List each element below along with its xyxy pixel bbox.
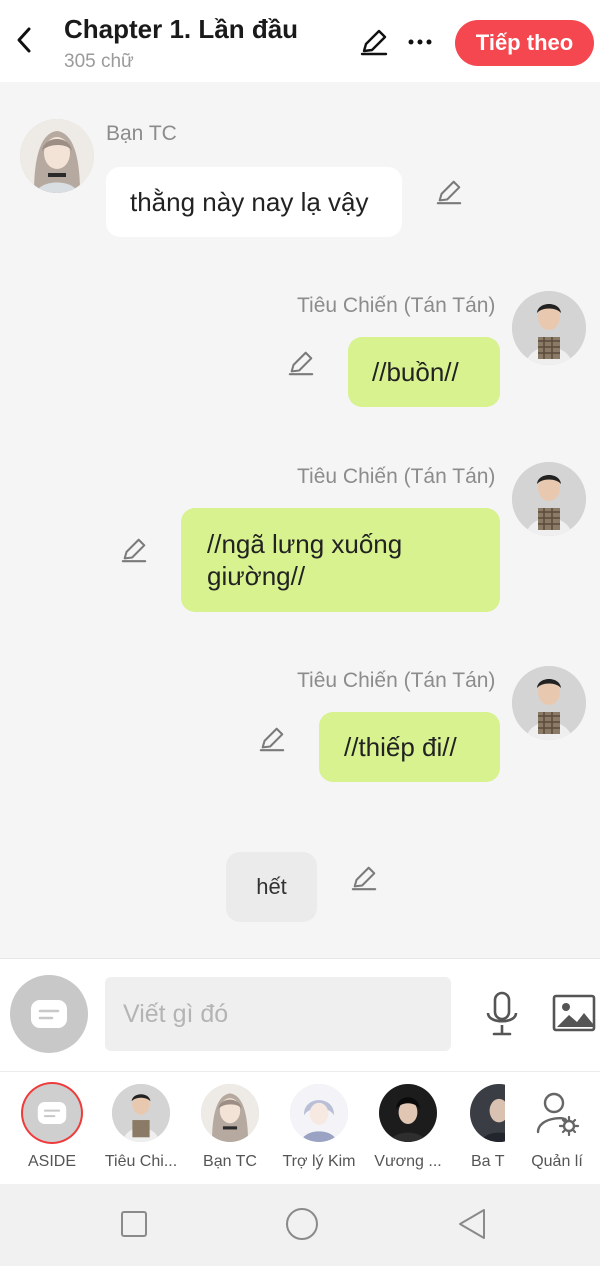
boy-avatar[interactable] <box>512 462 586 536</box>
message-bubble[interactable]: thằng này nay lạ vậy <box>106 167 402 237</box>
aside-icon <box>31 1000 67 1028</box>
manage-characters-button <box>528 1084 586 1142</box>
recents-button[interactable] <box>114 1204 154 1244</box>
boy-avatar[interactable] <box>512 291 586 365</box>
next-chapter-button[interactable]: Tiếp theo <box>455 20 594 66</box>
aside-toggle-button[interactable] <box>10 975 88 1053</box>
character-name: Trợ lý Kim <box>282 1153 356 1170</box>
character-aside[interactable]: ASIDE <box>6 1072 98 1185</box>
pencil-icon <box>351 866 377 891</box>
image-upload-button[interactable] <box>551 992 597 1034</box>
character-name: ASIDE <box>27 1153 76 1170</box>
character-name: Vương ... <box>374 1153 442 1170</box>
message-bubble[interactable]: //ngã lưng xuống giường// <box>181 508 500 612</box>
edit-message-button[interactable] <box>433 176 465 208</box>
composer-bar <box>0 958 600 1071</box>
girl-avatar[interactable] <box>20 119 94 193</box>
speaker-name: Tiêu Chiến (Tán Tán) <box>297 669 496 692</box>
square-icon <box>121 1211 147 1237</box>
aside-icon <box>37 1101 67 1125</box>
triangle-back-icon <box>459 1209 485 1239</box>
image-icon <box>552 994 596 1032</box>
edit-message-button[interactable] <box>348 862 380 894</box>
message-input[interactable] <box>105 977 451 1051</box>
message-line: giường// <box>207 561 306 591</box>
aside-avatar <box>23 1084 81 1142</box>
dark-avatar <box>379 1084 437 1142</box>
message-bubble[interactable]: //buồn// <box>348 337 500 407</box>
word-count: 305 chữ <box>64 51 134 72</box>
boy-avatar[interactable] <box>512 666 586 740</box>
edit-message-button[interactable] <box>285 347 317 379</box>
chevron-left-icon <box>17 27 31 53</box>
pencil-icon <box>288 351 314 376</box>
home-button[interactable] <box>282 1204 322 1244</box>
character-ban-tc[interactable]: Bạn TC <box>184 1072 276 1185</box>
character-tro-ly-kim[interactable]: Trợ lý Kim <box>273 1072 365 1185</box>
back-button[interactable] <box>6 20 42 60</box>
top-bar: Chapter 1. Lần đầu 305 chữ Tiếp theo <box>0 0 600 82</box>
user-settings-icon <box>536 1092 579 1136</box>
character-name: Ba T <box>471 1153 505 1170</box>
partial-avatar <box>470 1084 505 1142</box>
pencil-icon <box>259 727 285 752</box>
speaker-name: Bạn TC <box>106 122 177 145</box>
speaker-name: Tiêu Chiến (Tán Tán) <box>297 465 496 488</box>
character-selector: ASIDE Tiêu Chi... Bạn TC Trợ lý Kim Vươn… <box>0 1071 600 1185</box>
more-dots-icon <box>408 39 432 45</box>
chat-area: Bạn TC thằng này nay lạ vậy Tiêu Chiến (… <box>0 82 600 958</box>
narration-bubble[interactable]: hết <box>226 852 317 922</box>
character-tieu-chien[interactable]: Tiêu Chi... <box>95 1072 187 1185</box>
boy-avatar <box>112 1084 170 1142</box>
microphone-icon <box>486 991 518 1036</box>
edit-title-button[interactable] <box>356 24 392 60</box>
character-vuong[interactable]: Vương ... <box>362 1072 454 1185</box>
speaker-name: Tiêu Chiến (Tán Tán) <box>297 294 496 317</box>
message-line: //ngã lưng xuống <box>207 529 403 559</box>
pencil-icon <box>360 29 388 56</box>
microphone-button[interactable] <box>481 989 523 1039</box>
character-name: Quản lí <box>531 1153 583 1170</box>
pencil-icon <box>436 180 462 205</box>
pencil-icon <box>121 538 147 563</box>
character-name: Bạn TC <box>203 1153 257 1170</box>
message-bubble[interactable]: //thiếp đi// <box>319 712 500 782</box>
anime-avatar <box>290 1084 348 1142</box>
edit-message-button[interactable] <box>256 723 288 755</box>
chapter-title: Chapter 1. Lần đầu <box>64 14 299 44</box>
more-options-button[interactable] <box>402 24 438 60</box>
system-navigation-bar <box>0 1184 600 1266</box>
character-manager[interactable]: Quản lí <box>513 1072 600 1185</box>
character-name: Tiêu Chi... <box>104 1153 178 1170</box>
character-ba-t[interactable]: Ba T <box>451 1072 505 1185</box>
edit-message-button[interactable] <box>118 534 150 566</box>
girl-avatar <box>201 1084 259 1142</box>
system-back-button[interactable] <box>452 1204 492 1244</box>
circle-icon <box>286 1208 318 1240</box>
